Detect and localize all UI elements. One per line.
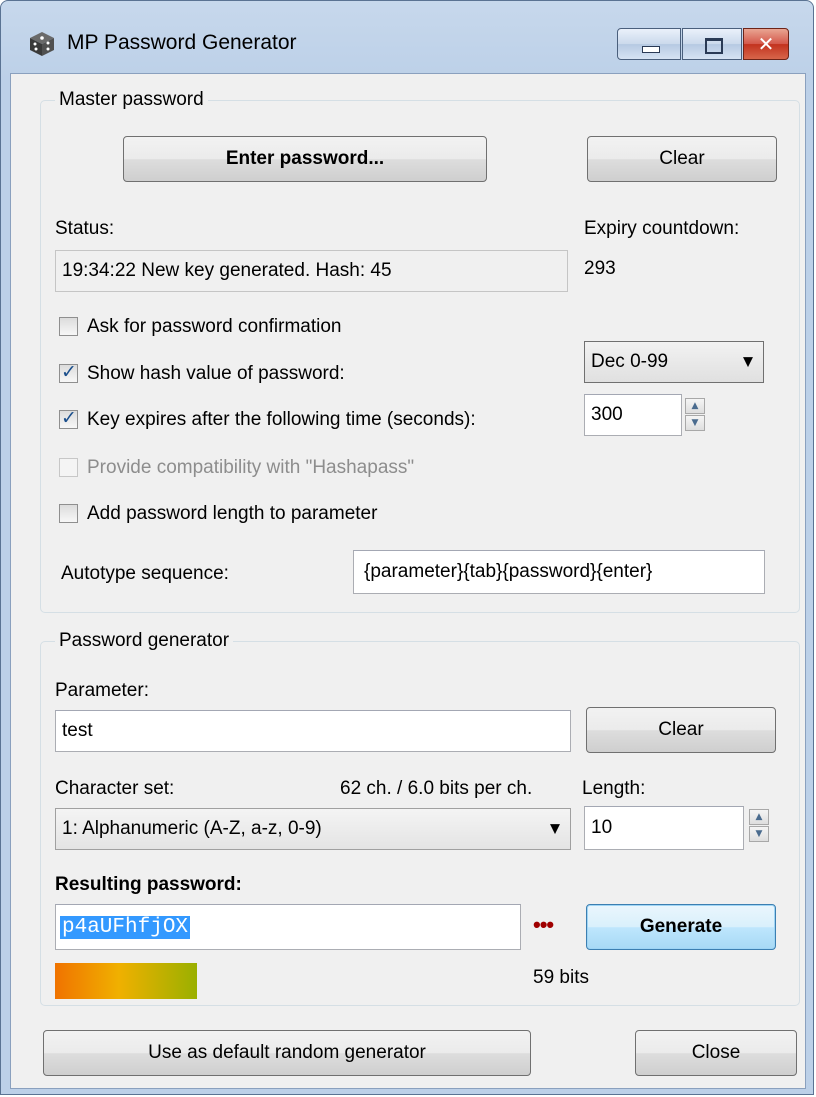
expiry-seconds-value: 300 <box>591 404 623 425</box>
generate-button-label: Generate <box>639 916 723 937</box>
password-generator-group-label: Password generator <box>55 630 234 652</box>
close-window-button[interactable]: ✕ <box>743 28 789 60</box>
status-label: Status: <box>55 218 115 239</box>
master-clear-button[interactable]: Clear <box>587 136 777 182</box>
charset-info: 62 ch. / 6.0 bits per ch. <box>340 778 533 799</box>
resulting-password-label: Resulting password: <box>55 874 242 895</box>
resulting-password-value: p4aUFhfjOX <box>60 915 191 939</box>
spin-up-icon[interactable]: ▲ <box>685 398 705 414</box>
use-default-generator-button-label: Use as default random generator <box>148 1042 426 1063</box>
spin-down-icon[interactable]: ▼ <box>685 415 705 431</box>
close-icon: ✕ <box>757 32 775 56</box>
hash-format-dropdown[interactable]: Dec 0-99 ▼ <box>584 341 764 383</box>
show-hash-label[interactable]: Show hash value of password: <box>87 363 345 385</box>
maximize-button[interactable] <box>682 28 742 60</box>
length-value: 10 <box>591 817 613 838</box>
reveal-password-icon[interactable]: ••• <box>533 912 554 938</box>
close-button[interactable]: Close <box>635 1030 797 1076</box>
window-title: MP Password Generator <box>67 31 297 54</box>
chevron-down-icon: ▼ <box>743 354 753 370</box>
password-strength-bar <box>55 963 197 999</box>
add-length-checkbox[interactable] <box>59 504 78 523</box>
length-label: Length: <box>582 778 646 799</box>
length-spinner[interactable]: ▲ ▼ <box>749 809 769 843</box>
parameter-input[interactable]: test <box>55 710 571 752</box>
add-length-label[interactable]: Add password length to parameter <box>87 503 377 525</box>
chevron-down-icon: ▼ <box>550 821 560 837</box>
resulting-password-field[interactable]: p4aUFhfjOX <box>55 904 521 950</box>
length-input[interactable]: 10 <box>584 806 744 850</box>
parameter-value: test <box>62 720 93 741</box>
ask-confirmation-label[interactable]: Ask for password confirmation <box>87 316 342 338</box>
key-expires-label[interactable]: Key expires after the following time (se… <box>87 409 476 431</box>
show-hash-checkbox[interactable] <box>59 361 78 383</box>
hashapass-checkbox <box>59 458 78 477</box>
key-expires-checkbox[interactable] <box>59 407 78 429</box>
parameter-label: Parameter: <box>55 680 149 701</box>
dice-icon <box>30 32 54 56</box>
status-field: 19:34:22 New key generated. Hash: 45 <box>55 250 568 292</box>
password-strength-bar-track <box>55 963 417 999</box>
expiry-countdown-value: 293 <box>584 258 616 279</box>
use-default-generator-button[interactable]: Use as default random generator <box>43 1030 531 1076</box>
main-window: MP Password Generator ✕ Master password … <box>0 0 814 1095</box>
minimize-icon <box>642 46 660 53</box>
minimize-button[interactable] <box>617 28 681 60</box>
expiry-countdown-label: Expiry countdown: <box>584 218 740 239</box>
expiry-seconds-input[interactable]: 300 <box>584 394 682 436</box>
expiry-seconds-spinner[interactable]: ▲ ▼ <box>685 398 705 432</box>
autotype-value: {parameter}{tab}{password}{enter} <box>364 561 653 582</box>
spin-down-icon[interactable]: ▼ <box>749 826 769 842</box>
charset-label: Character set: <box>55 778 175 799</box>
close-button-label: Close <box>691 1042 741 1063</box>
parameter-clear-button[interactable]: Clear <box>586 707 776 753</box>
status-value: 19:34:22 New key generated. Hash: 45 <box>62 260 392 281</box>
charset-dropdown[interactable]: 1: Alphanumeric (A-Z, a-z, 0-9) ▼ <box>55 808 571 850</box>
dialog-client-area: Master password Enter password... Clear … <box>10 73 806 1089</box>
ask-confirmation-checkbox[interactable] <box>59 317 78 336</box>
master-password-group-label: Master password <box>55 89 208 111</box>
master-clear-button-label: Clear <box>659 148 705 169</box>
maximize-icon <box>705 38 723 54</box>
autotype-label: Autotype sequence: <box>61 563 229 584</box>
password-strength-text: 59 bits <box>533 967 589 988</box>
hash-format-value: Dec 0-99 <box>591 351 669 372</box>
parameter-clear-button-label: Clear <box>658 719 704 740</box>
enter-password-button[interactable]: Enter password... <box>123 136 487 182</box>
hashapass-label: Provide compatibility with "Hashapass" <box>87 457 415 478</box>
charset-value: 1: Alphanumeric (A-Z, a-z, 0-9) <box>62 818 322 839</box>
enter-password-button-label: Enter password... <box>225 148 385 169</box>
autotype-input[interactable]: {parameter}{tab}{password}{enter} <box>353 550 765 594</box>
spin-up-icon[interactable]: ▲ <box>749 809 769 825</box>
generate-button[interactable]: Generate <box>586 904 776 950</box>
